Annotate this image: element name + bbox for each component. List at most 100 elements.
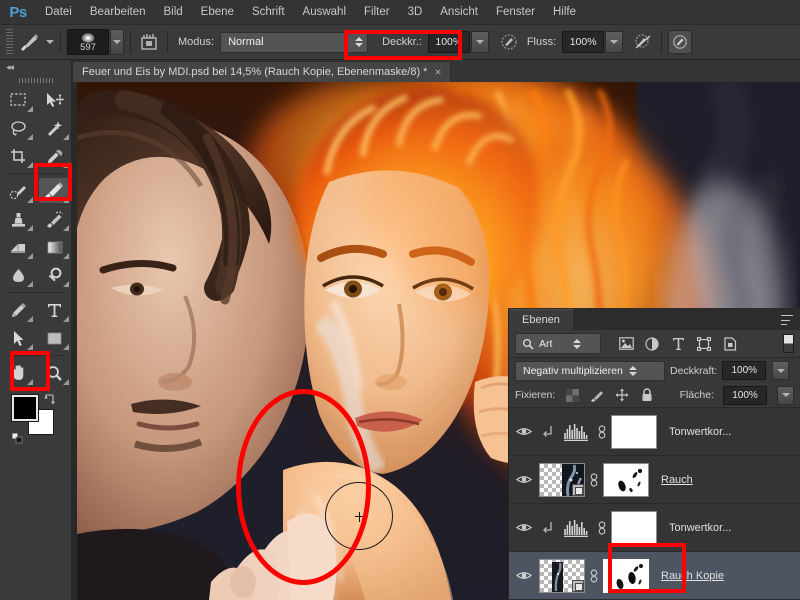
tool-brush[interactable]	[36, 177, 72, 205]
menu-ansicht[interactable]: Ansicht	[431, 0, 487, 25]
reset-colors-icon[interactable]	[11, 431, 23, 444]
tool-healing-brush[interactable]	[0, 177, 36, 205]
smart-object-badge-icon	[572, 483, 584, 496]
table-row[interactable]: Tonwertkor...	[509, 408, 800, 456]
layer-name[interactable]: Tonwertkor...	[669, 426, 731, 438]
layer-mask-thumbnail[interactable]	[611, 414, 657, 449]
lock-transparency-icon[interactable]	[564, 387, 580, 403]
tool-lasso[interactable]	[0, 114, 36, 142]
layer-content-thumbnail[interactable]	[539, 462, 585, 497]
tool-rectangular-marquee[interactable]	[0, 86, 36, 114]
menu-bearbeiten[interactable]: Bearbeiten	[81, 0, 155, 25]
layer-name[interactable]: Tonwertkor...	[669, 522, 731, 534]
document-tab-title: Feuer und Eis by MDI.psd bei 14,5% (Rauc…	[82, 66, 428, 78]
tool-eraser[interactable]	[0, 233, 36, 261]
menu-schrift[interactable]: Schrift	[243, 0, 294, 25]
layer-fill-value: 100%	[732, 389, 758, 401]
tool-dodge[interactable]	[36, 261, 72, 289]
layer-visibility-toggle[interactable]	[511, 474, 537, 485]
tool-eyedropper[interactable]	[36, 142, 72, 170]
layer-name[interactable]: Rauch	[661, 474, 693, 486]
menu-fenster[interactable]: Fenster	[487, 0, 544, 25]
link-mask-icon[interactable]	[593, 520, 611, 535]
table-row[interactable]: Tonwertkor...	[509, 504, 800, 552]
lock-image-icon[interactable]	[589, 387, 605, 403]
panel-menu-icon[interactable]	[781, 315, 793, 325]
brush-size-dropdown-button[interactable]	[110, 29, 124, 55]
tools-panel-grip[interactable]	[0, 74, 71, 86]
tool-gradient[interactable]	[36, 233, 72, 261]
collapse-panel-icon[interactable]: ◂◂	[0, 60, 71, 74]
menu-datei[interactable]: Datei	[36, 0, 81, 25]
tool-move[interactable]	[36, 86, 72, 114]
layer-mask-thumbnail[interactable]	[611, 510, 657, 545]
tool-magic-wand[interactable]	[36, 114, 72, 142]
opacity-pressure-icon[interactable]	[497, 30, 521, 54]
layer-opacity-input[interactable]: 100%	[722, 361, 767, 380]
table-row[interactable]: Rauch Kopie	[509, 552, 800, 600]
tool-zoom[interactable]	[36, 359, 72, 387]
tool-type[interactable]	[36, 296, 72, 324]
tool-clone-stamp[interactable]	[0, 205, 36, 233]
layer-visibility-toggle[interactable]	[511, 426, 537, 437]
menu-3d[interactable]: 3D	[399, 0, 432, 25]
layer-visibility-toggle[interactable]	[511, 570, 537, 581]
filter-adjustment-icon[interactable]	[644, 336, 660, 352]
layer-name[interactable]: Rauch Kopie	[661, 570, 724, 582]
filter-enable-toggle[interactable]	[783, 334, 794, 353]
swap-colors-icon[interactable]	[44, 392, 56, 405]
flow-input[interactable]: 100%	[562, 31, 605, 53]
brush-panel-toggle-icon[interactable]	[137, 30, 161, 54]
menu-ebene[interactable]: Ebene	[192, 0, 243, 25]
filter-type-icons	[618, 336, 738, 352]
layer-fill-input[interactable]: 100%	[723, 385, 767, 405]
opacity-input[interactable]: 100%	[427, 31, 470, 53]
brush-size-indicator[interactable]: 597	[67, 29, 109, 55]
tool-rectangle[interactable]	[36, 324, 72, 352]
filter-pixel-icon[interactable]	[618, 336, 634, 352]
menu-bild[interactable]: Bild	[154, 0, 191, 25]
tool-hand[interactable]	[0, 359, 36, 387]
foreground-color-swatch[interactable]	[11, 394, 39, 422]
options-bar-grip[interactable]	[3, 29, 15, 55]
document-tab[interactable]: Feuer und Eis by MDI.psd bei 14,5% (Rauc…	[72, 61, 452, 82]
layer-mask-thumbnail[interactable]	[602, 557, 650, 594]
lock-all-icon[interactable]	[639, 387, 655, 403]
layer-mask-thumbnail[interactable]	[603, 462, 649, 497]
link-mask-icon[interactable]	[585, 568, 603, 583]
table-row[interactable]: Rauch	[509, 456, 800, 504]
tablet-pressure-icon[interactable]	[668, 30, 693, 54]
layer-blend-mode-select[interactable]: Negativ multiplizieren	[515, 360, 665, 381]
menu-auswahl[interactable]: Auswahl	[294, 0, 355, 25]
layer-content-thumbnail[interactable]	[539, 558, 585, 593]
tool-blur[interactable]	[0, 261, 36, 289]
tool-pen[interactable]	[0, 296, 36, 324]
flow-dropdown-button[interactable]	[605, 31, 624, 53]
brush-preset-dropdown-icon[interactable]	[46, 40, 54, 44]
close-icon[interactable]: ×	[434, 66, 441, 78]
opacity-dropdown-button[interactable]	[470, 31, 489, 53]
lock-position-icon[interactable]	[614, 387, 630, 403]
filter-smartobject-icon[interactable]	[722, 336, 738, 352]
blend-mode-row: Negativ multiplizieren Deckkraft: 100%	[509, 358, 800, 383]
link-mask-icon[interactable]	[593, 424, 611, 439]
link-mask-icon[interactable]	[585, 472, 603, 487]
menu-hilfe[interactable]: Hilfe	[544, 0, 585, 25]
layer-fill-dropdown-button[interactable]	[777, 385, 794, 405]
brush-preset-icon[interactable]	[15, 30, 43, 54]
blend-mode-select[interactable]: Normal	[220, 31, 369, 53]
layer-visibility-toggle[interactable]	[511, 522, 537, 533]
layer-opacity-dropdown-button[interactable]	[772, 361, 790, 380]
filter-shape-icon[interactable]	[696, 336, 712, 352]
tab-ebenen[interactable]: Ebenen	[509, 309, 573, 330]
tool-path-selection[interactable]	[0, 324, 36, 352]
filter-type-icon[interactable]	[670, 336, 686, 352]
tool-crop[interactable]	[0, 142, 36, 170]
menu-filter[interactable]: Filter	[355, 0, 399, 25]
adjustment-layer-thumbnail[interactable]	[559, 511, 593, 545]
layer-filter-row: Art	[509, 330, 800, 358]
filter-kind-select[interactable]: Art	[515, 333, 601, 354]
airbrush-icon[interactable]	[631, 30, 655, 54]
tool-history-brush[interactable]	[36, 205, 72, 233]
adjustment-layer-thumbnail[interactable]	[559, 415, 593, 449]
